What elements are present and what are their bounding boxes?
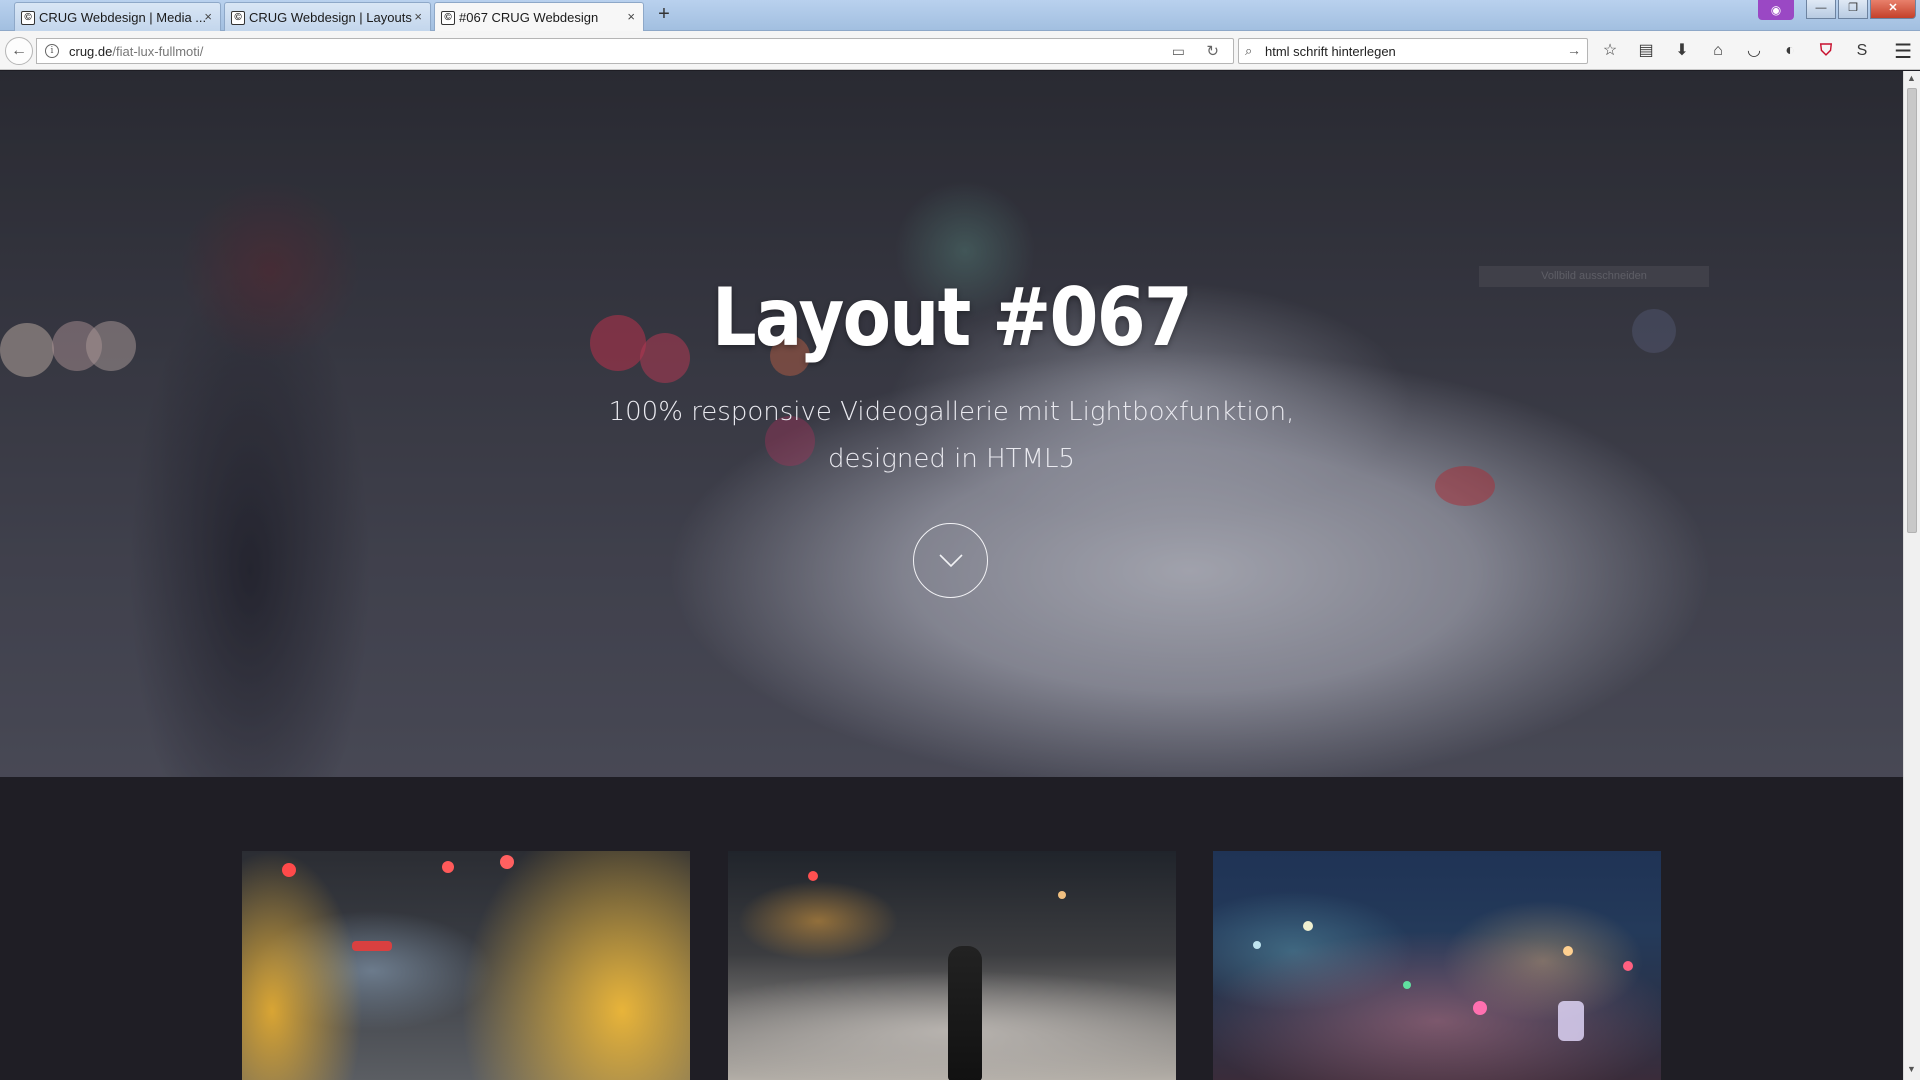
light-dot <box>808 871 818 881</box>
reader-view-icon[interactable]: ▭ <box>1172 43 1185 60</box>
toolbar-icons: ☆ ▤ ⬇ ⌂ ◡ ◐ ⛉ S <box>1598 40 1874 62</box>
video-gallery <box>0 777 1903 1080</box>
light-dot <box>352 941 392 951</box>
scroll-down-button[interactable] <box>913 523 988 598</box>
tab-title: CRUG Webdesign | Media ... <box>39 9 207 25</box>
info-icon[interactable]: i <box>45 44 59 58</box>
hero-subtitle-line: 100% responsive Videogallerie mit Lightb… <box>608 397 1295 427</box>
crug-favicon-icon: © <box>231 11 245 25</box>
home-icon[interactable]: ⌂ <box>1706 40 1730 62</box>
hamburger-menu-icon[interactable]: ☰ <box>1894 39 1912 64</box>
tab-strip: © CRUG Webdesign | Media ... × © CRUG We… <box>0 0 1920 32</box>
light-dot <box>1303 921 1313 931</box>
close-tab-icon[interactable]: × <box>204 9 212 24</box>
bookmarks-menu-icon[interactable]: ▤ <box>1634 40 1658 62</box>
light-dot <box>282 863 296 877</box>
light-dot <box>442 861 454 873</box>
hero-subtitle-line: designed in HTML5 <box>828 444 1075 474</box>
restore-button[interactable]: ❐ <box>1838 0 1868 19</box>
gallery-thumbnail-city-lights[interactable] <box>1213 851 1661 1080</box>
light-dot <box>1473 1001 1487 1015</box>
bookmark-star-icon[interactable]: ☆ <box>1598 40 1622 62</box>
search-icon: ⌕ <box>1245 43 1253 58</box>
gallery-thumbnail-street[interactable] <box>728 851 1176 1080</box>
light-dot <box>1253 941 1261 949</box>
page-viewport: Vollbild ausschneiden Layout #067 100% r… <box>0 71 1903 1080</box>
reload-icon[interactable]: ↻ <box>1206 42 1219 60</box>
gallery-thumbnail-taxis[interactable] <box>242 851 690 1080</box>
chevron-down-icon <box>939 554 963 568</box>
hero-subtitle: 100% responsive Videogallerie mit Lightb… <box>0 389 1903 483</box>
scrollbar-thumb[interactable] <box>1907 88 1917 533</box>
pocket-icon[interactable]: ◡ <box>1742 40 1766 62</box>
search-bar[interactable]: ⌕ html schrift hinterlegen → <box>1238 38 1588 64</box>
tab-layouts[interactable]: © CRUG Webdesign | Layouts × <box>224 2 431 31</box>
navigation-toolbar: ← i crug.de/fiat-lux-fullmoti/ ▭ ↻ ⌕ htm… <box>0 31 1920 70</box>
window-controls: ◉ — ❐ ✕ <box>1758 0 1916 20</box>
arrow-left-icon: ← <box>11 42 27 59</box>
ghostery-icon[interactable]: ◐ <box>1778 40 1802 62</box>
url-host: crug.de <box>69 44 113 59</box>
person-silhouette <box>948 946 982 1080</box>
search-query[interactable]: html schrift hinterlegen <box>1265 44 1396 59</box>
close-tab-icon[interactable]: × <box>414 9 422 24</box>
search-go-icon[interactable]: → <box>1567 42 1581 58</box>
light-dot <box>500 855 514 869</box>
light-dot <box>1623 961 1633 971</box>
tab-title: CRUG Webdesign | Layouts <box>249 9 412 25</box>
downloads-icon[interactable]: ⬇ <box>1670 40 1694 62</box>
light-dot <box>1558 1001 1584 1041</box>
close-window-button[interactable]: ✕ <box>1870 0 1916 19</box>
url-text[interactable]: crug.de/fiat-lux-fullmoti/ <box>69 44 203 59</box>
address-bar[interactable]: i crug.de/fiat-lux-fullmoti/ ▭ ↻ <box>36 38 1234 64</box>
close-tab-icon[interactable]: × <box>627 9 635 24</box>
url-path: /fiat-lux-fullmoti/ <box>112 44 204 59</box>
hero-title: Layout #067 <box>711 271 1193 364</box>
hero-section: Vollbild ausschneiden Layout #067 100% r… <box>0 71 1903 777</box>
crug-favicon-icon: © <box>441 11 455 25</box>
tab-title: #067 CRUG Webdesign <box>459 10 599 25</box>
light-dot <box>1563 946 1573 956</box>
s-extension-icon[interactable]: S <box>1850 40 1874 62</box>
back-button[interactable]: ← <box>5 37 33 65</box>
crug-favicon-icon: © <box>21 11 35 25</box>
light-dot <box>1403 981 1411 989</box>
new-tab-button[interactable]: + <box>652 3 676 26</box>
scroll-up-arrow-icon[interactable]: ▲ <box>1907 73 1916 83</box>
ublock-shield-icon[interactable]: ⛉ <box>1814 40 1838 62</box>
light-dot <box>1058 891 1066 899</box>
private-mask-icon[interactable]: ◉ <box>1758 0 1794 20</box>
scroll-down-arrow-icon[interactable]: ▼ <box>1907 1064 1916 1074</box>
tab-layout-067[interactable]: © #067 CRUG Webdesign × <box>434 2 644 32</box>
tab-media[interactable]: © CRUG Webdesign | Media ... × <box>14 2 221 31</box>
page-scrollbar[interactable]: ▲ ▼ <box>1903 71 1920 1080</box>
minimize-button[interactable]: — <box>1806 0 1836 19</box>
